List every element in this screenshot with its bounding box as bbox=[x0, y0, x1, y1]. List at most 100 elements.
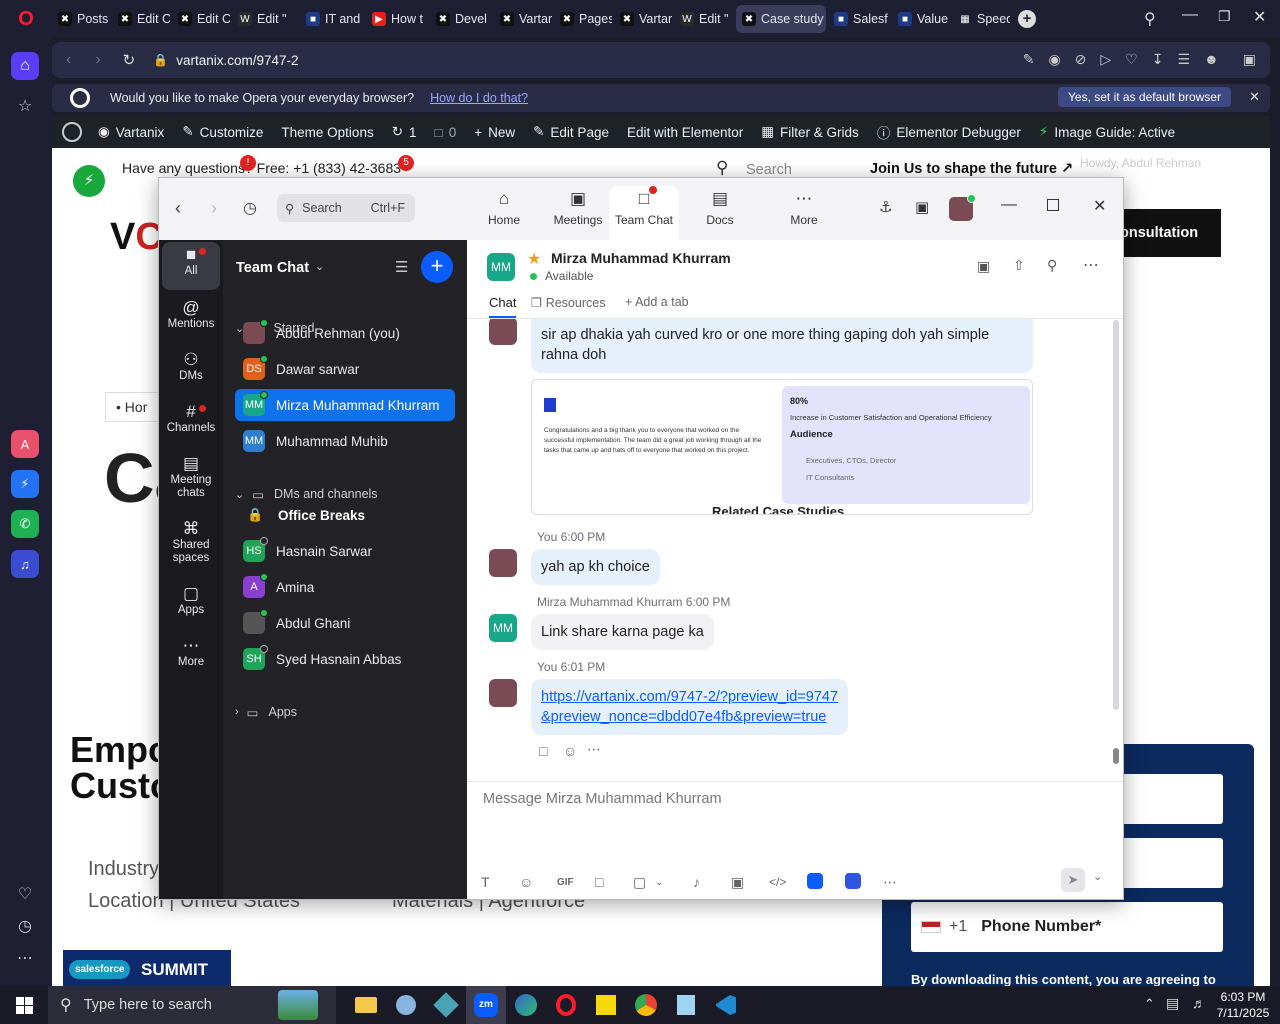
browser-tab[interactable]: ✖ Edit C bbox=[112, 5, 170, 33]
nav-home[interactable]: ⌂ Home bbox=[469, 186, 539, 240]
camera-icon[interactable]: ◉ bbox=[1048, 51, 1060, 68]
tab-chat[interactable]: Chat bbox=[489, 295, 517, 318]
star-icon[interactable]: ☆ bbox=[11, 92, 39, 120]
wp-theme-options[interactable]: Theme Options bbox=[281, 125, 373, 140]
wp-edit-page[interactable]: ✎ Edit Page bbox=[533, 124, 609, 140]
wp-elementor-debugger[interactable]: ⓘ Elementor Debugger bbox=[877, 122, 1021, 142]
browser-tab[interactable]: W Edit " bbox=[232, 5, 298, 33]
send-button[interactable]: ➤ bbox=[1061, 868, 1085, 892]
code-icon[interactable]: </> bbox=[769, 875, 807, 889]
browser-tab[interactable]: ✖ Devel bbox=[430, 5, 492, 33]
image-attachment[interactable]: Congratulations and a big thank you to e… bbox=[531, 379, 1033, 515]
close-icon[interactable]: ✕ bbox=[1249, 89, 1260, 105]
aria-icon[interactable]: A bbox=[11, 430, 39, 458]
browser-tab[interactable]: W Edit " bbox=[674, 5, 734, 33]
set-default-button[interactable]: Yes, set it as default browser bbox=[1058, 87, 1231, 107]
avatar[interactable] bbox=[949, 194, 976, 221]
search-icon[interactable]: ⚲ bbox=[1047, 257, 1057, 274]
rail-apps[interactable]: ▢ Apps bbox=[162, 581, 220, 623]
vscode-icon[interactable] bbox=[706, 986, 746, 1024]
browser-tab[interactable]: ▦ Speed bbox=[952, 5, 1010, 33]
format-icon[interactable]: T bbox=[481, 874, 519, 890]
bolt-badge[interactable]: ⚡ bbox=[73, 165, 105, 197]
rail-all[interactable]: ■ All bbox=[162, 242, 220, 290]
reply-icon[interactable]: □ bbox=[539, 743, 547, 759]
wp-edit-elementor[interactable]: Edit with Elementor bbox=[627, 125, 743, 140]
wp-site-link[interactable]: ◉ Vartanix bbox=[98, 124, 164, 140]
sticky-notes-icon[interactable] bbox=[586, 986, 626, 1024]
wp-image-guide[interactable]: ⚡ Image Guide: Active bbox=[1039, 124, 1175, 140]
banner-link[interactable]: How do I do that? bbox=[430, 91, 528, 105]
edge-icon[interactable] bbox=[506, 986, 546, 1024]
app-icon[interactable] bbox=[845, 872, 883, 892]
browser-tab[interactable]: ✖ Posts bbox=[52, 5, 110, 33]
maximize-icon[interactable] bbox=[1047, 199, 1059, 211]
chrome-icon[interactable] bbox=[626, 986, 666, 1024]
emoji-icon[interactable]: ☺ bbox=[563, 743, 577, 759]
new-tab-button[interactable]: + bbox=[1018, 10, 1036, 28]
share-icon[interactable]: ⇧ bbox=[1013, 257, 1025, 274]
rail-dms[interactable]: ⚇ DMs bbox=[162, 347, 220, 389]
file-icon[interactable]: □ bbox=[595, 874, 633, 890]
profile-icon[interactable]: ☻ bbox=[1204, 51, 1219, 68]
calendar-icon[interactable]: ▣ bbox=[915, 198, 929, 216]
close-window-icon[interactable]: ✕ bbox=[1253, 7, 1266, 27]
whatsapp-icon[interactable]: ✆ bbox=[11, 510, 39, 538]
wordpress-icon[interactable] bbox=[62, 122, 82, 142]
chat-list-item[interactable]: HS Hasnain Sarwar bbox=[235, 535, 455, 567]
mic-icon[interactable]: ♪ bbox=[693, 874, 731, 890]
restore-icon[interactable]: ❐ bbox=[1218, 8, 1231, 25]
app-icon[interactable] bbox=[426, 986, 466, 1024]
rail-more[interactable]: ⋯ More bbox=[162, 633, 220, 675]
file-explorer-icon[interactable] bbox=[346, 986, 386, 1024]
chat-list-item[interactable]: SH Syed Hasnain Abbas bbox=[235, 643, 455, 675]
browser-tab[interactable]: ▶ How t bbox=[366, 5, 428, 33]
heart-icon[interactable]: ♡ bbox=[1125, 51, 1138, 68]
music-icon[interactable]: ♫ bbox=[11, 550, 39, 578]
site-search[interactable]: Search bbox=[746, 162, 792, 178]
howdy-text[interactable]: Howdy, Abdul Rehman bbox=[1080, 156, 1201, 170]
chevron-down-icon[interactable]: ⌄ bbox=[655, 877, 693, 888]
nav-team-chat[interactable]: □ Team Chat bbox=[609, 186, 679, 240]
send-icon[interactable]: ▷ bbox=[1100, 51, 1111, 68]
browser-tab[interactable]: ■ IT and bbox=[300, 5, 364, 33]
network-icon[interactable]: ▤ bbox=[1166, 995, 1179, 1012]
more-icon[interactable]: ⋯ bbox=[11, 944, 39, 972]
consultation-button[interactable]: onsultation bbox=[1118, 209, 1221, 257]
bell-icon[interactable]: ⚓ bbox=[879, 198, 892, 216]
home-icon[interactable]: ⌂ bbox=[11, 52, 39, 80]
wp-new[interactable]: + New bbox=[474, 125, 515, 140]
message-input[interactable]: Message Mirza Muhammad Khurram bbox=[483, 791, 722, 807]
browser-tab[interactable]: ✖ Vartar bbox=[494, 5, 552, 33]
forward-icon[interactable]: › bbox=[211, 198, 217, 219]
wp-customize[interactable]: ✎ Customize bbox=[182, 124, 263, 140]
nav-meetings[interactable]: ▣ Meetings bbox=[543, 186, 613, 240]
join-link[interactable]: Join Us to shape the future ↗ bbox=[870, 161, 1073, 177]
volume-icon[interactable]: ♬ bbox=[1192, 995, 1206, 1011]
list-title[interactable]: Team Chat bbox=[236, 260, 309, 276]
extension-icon[interactable]: ▣ bbox=[1243, 51, 1256, 68]
tray-chevron-icon[interactable]: ⌃ bbox=[1144, 996, 1155, 1012]
browser-tab[interactable]: ■ Value bbox=[892, 5, 950, 33]
zoom-search[interactable]: ⚲ Search Ctrl+F bbox=[277, 194, 415, 222]
zoom-app-icon[interactable]: zm bbox=[466, 986, 506, 1024]
emoji-icon[interactable]: ☺ bbox=[519, 874, 557, 890]
app-icon[interactable] bbox=[807, 872, 845, 892]
chat-list-item[interactable]: Abdul Rehman (you) bbox=[235, 317, 455, 349]
opera-logo[interactable]: O bbox=[0, 0, 52, 38]
wp-filter-grids[interactable]: ▦ Filter & Grids bbox=[761, 124, 859, 140]
close-icon[interactable]: ✕ bbox=[1093, 196, 1106, 216]
chat-list-item[interactable]: MM Muhammad Muhib bbox=[235, 425, 455, 457]
messenger-icon[interactable]: ⚡ bbox=[11, 470, 39, 498]
video-call-icon[interactable]: ▣ bbox=[977, 258, 990, 275]
clock[interactable]: 6:03 PM 7/11/2025 bbox=[1214, 989, 1272, 1021]
filter-icon[interactable]: ☰ bbox=[395, 258, 408, 276]
heart-icon[interactable]: ♡ bbox=[11, 880, 39, 908]
back-icon[interactable]: ‹ bbox=[175, 198, 181, 219]
browser-tab[interactable]: ✖ Pages bbox=[554, 5, 612, 33]
contact-avatar[interactable]: MM bbox=[487, 253, 515, 281]
more-icon[interactable]: ⋯ bbox=[883, 874, 921, 891]
opera-icon[interactable] bbox=[546, 986, 586, 1024]
tab-resources[interactable]: ❐ Resources bbox=[531, 295, 605, 310]
gif-icon[interactable]: GIF bbox=[557, 877, 595, 888]
